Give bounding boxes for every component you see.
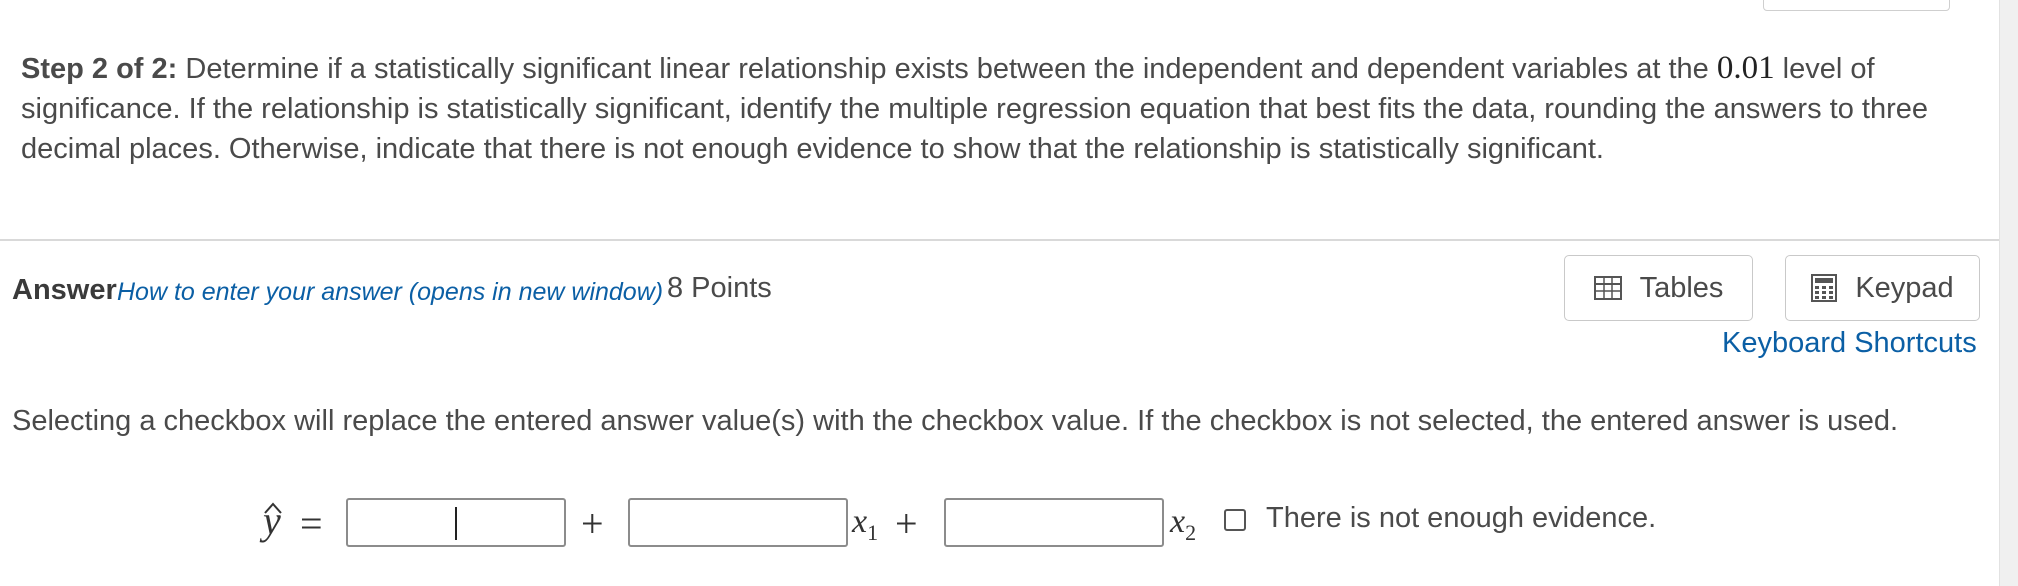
keyboard-shortcuts-link[interactable]: Keyboard Shortcuts [1722,327,1977,360]
scrollbar-track[interactable] [1999,0,2018,586]
table-grid-icon [1593,276,1622,300]
question-text: Step 2 of 2: Determine if a statisticall… [21,48,1971,169]
keypad-button[interactable]: Keypad [1785,255,1980,321]
checkbox-instruction: Selecting a checkbox will replace the en… [12,405,1899,437]
question-text-part1: Determine if a statistically significant… [177,53,1717,85]
y-hat-symbol: y [263,498,281,543]
tables-button[interactable]: Tables [1564,255,1753,321]
points-value: 8 Points [667,272,772,304]
step-label: Step 2 of 2: [21,53,178,85]
equals-sign: = [300,501,323,546]
x2-variable: x2 [1170,503,1197,545]
keypad-button-label: Keypad [1855,271,1954,304]
plus-sign-1: + [581,501,604,546]
how-to-enter-answer-link[interactable]: How to enter your answer (opens in new w… [117,278,663,307]
tables-button-label: Tables [1639,271,1724,304]
not-enough-evidence-checkbox[interactable] [1224,509,1246,531]
calculator-keypad-icon [1811,274,1838,302]
not-enough-evidence-label[interactable]: There is not enough evidence. [1266,502,1656,535]
coefficient-x1-input[interactable] [628,498,848,547]
significance-level: 0.01 [1716,50,1775,86]
section-divider [0,239,1999,241]
plus-sign-2: + [895,501,918,546]
top-button-partial[interactable] [1763,0,1950,11]
answer-label: Answer [12,274,117,306]
x1-variable: x1 [852,503,879,545]
coefficient-x2-input[interactable] [944,498,1164,547]
text-caret [455,507,457,540]
